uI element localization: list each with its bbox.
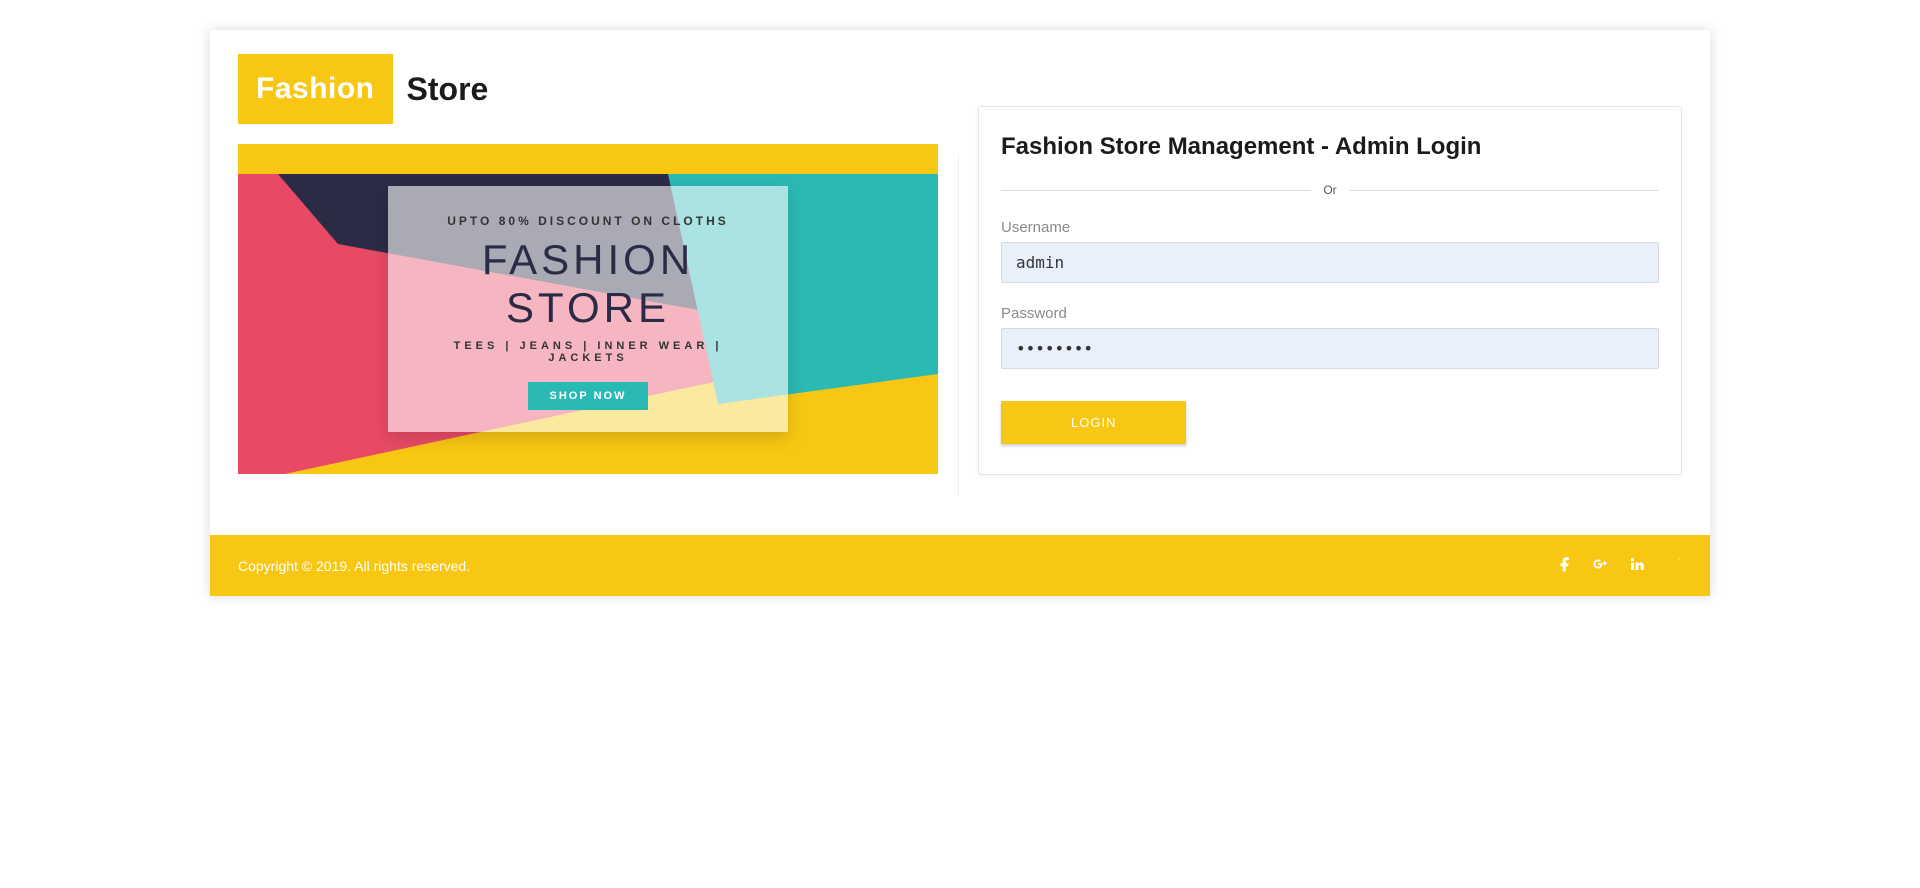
copyright-text: Copyright © 2019. All rights reserved. <box>238 558 470 574</box>
promo-banner: UPTO 80% DISCOUNT ON CLOTHS FASHION STOR… <box>238 144 938 474</box>
or-label: Or <box>1323 183 1336 197</box>
logo-text: Store <box>407 71 489 108</box>
password-input[interactable] <box>1001 328 1659 369</box>
banner-subtitle-2: TEES | JEANS | INNER WEAR | JACKETS <box>412 340 764 364</box>
banner-title: FASHION STORE <box>412 236 764 332</box>
twitter-icon[interactable] <box>1664 555 1682 576</box>
login-button[interactable]: LOGIN <box>1001 401 1186 444</box>
footer: Copyright © 2019. All rights reserved. <box>210 535 1710 596</box>
vertical-divider <box>958 154 959 496</box>
google-plus-icon[interactable] <box>1592 555 1610 576</box>
social-links <box>1556 555 1682 576</box>
banner-card: UPTO 80% DISCOUNT ON CLOTHS FASHION STOR… <box>388 186 788 432</box>
banner-subtitle-1: UPTO 80% DISCOUNT ON CLOTHS <box>412 214 764 228</box>
login-card: Fashion Store Management - Admin Login O… <box>978 106 1682 475</box>
shop-now-button[interactable]: SHOP NOW <box>528 382 649 410</box>
facebook-icon[interactable] <box>1556 555 1574 576</box>
logo-brand: Fashion <box>238 54 393 124</box>
login-heading: Fashion Store Management - Admin Login <box>1001 133 1659 161</box>
username-label: Username <box>1001 219 1659 236</box>
username-input[interactable] <box>1001 242 1659 283</box>
or-divider: Or <box>1001 183 1659 197</box>
linkedin-icon[interactable] <box>1628 555 1646 576</box>
password-label: Password <box>1001 305 1659 322</box>
